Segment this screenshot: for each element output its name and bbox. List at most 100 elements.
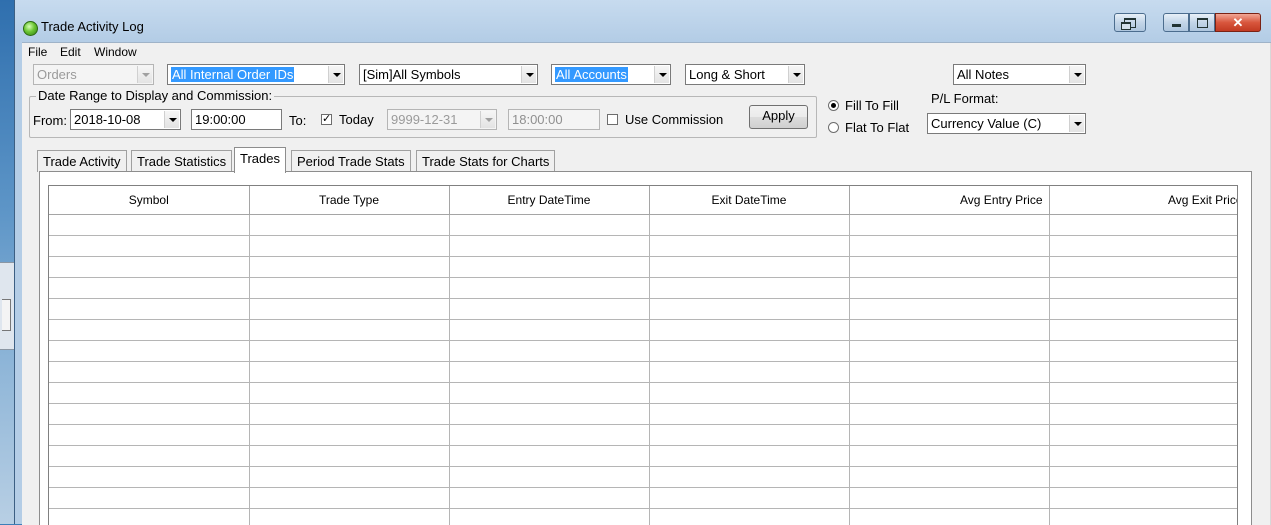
table-cell[interactable] <box>249 214 450 236</box>
table-row[interactable] <box>49 508 1237 525</box>
table-cell[interactable] <box>49 487 250 509</box>
table-cell[interactable] <box>449 340 650 362</box>
table-cell[interactable] <box>849 403 1050 425</box>
app-icon[interactable] <box>23 21 38 36</box>
table-row[interactable] <box>49 277 1237 299</box>
table-cell[interactable] <box>649 340 850 362</box>
column-header-exit-datetime[interactable]: Exit DateTime <box>649 186 850 215</box>
menu-window[interactable]: Window <box>94 45 137 59</box>
table-row[interactable] <box>49 403 1237 425</box>
fill-to-fill-radio[interactable] <box>828 100 839 111</box>
restore-icon[interactable] <box>1114 13 1146 32</box>
table-cell[interactable] <box>849 424 1050 446</box>
table-cell[interactable] <box>1049 298 1237 320</box>
table-cell[interactable] <box>649 361 850 383</box>
table-row[interactable] <box>49 445 1237 467</box>
table-cell[interactable] <box>449 319 650 341</box>
table-cell[interactable] <box>49 361 250 383</box>
table-cell[interactable] <box>649 235 850 257</box>
tab-trade-statistics[interactable]: Trade Statistics <box>131 150 233 172</box>
chevron-down-icon[interactable] <box>328 66 343 83</box>
table-cell[interactable] <box>849 508 1050 525</box>
chevron-down-icon[interactable] <box>1069 66 1084 83</box>
menu-edit[interactable]: Edit <box>60 45 81 59</box>
table-cell[interactable] <box>649 424 850 446</box>
table-cell[interactable] <box>1049 382 1237 404</box>
table-cell[interactable] <box>849 361 1050 383</box>
table-cell[interactable] <box>249 277 450 299</box>
table-cell[interactable] <box>249 508 450 525</box>
table-cell[interactable] <box>1049 487 1237 509</box>
table-cell[interactable] <box>1049 403 1237 425</box>
table-cell[interactable] <box>249 382 450 404</box>
table-cell[interactable] <box>449 487 650 509</box>
table-cell[interactable] <box>49 298 250 320</box>
column-header-avg-entry-price[interactable]: Avg Entry Price <box>849 186 1050 215</box>
tab-trade-activity[interactable]: Trade Activity <box>37 150 127 172</box>
chevron-down-icon[interactable] <box>521 66 536 83</box>
table-cell[interactable] <box>849 466 1050 488</box>
orders-dropdown[interactable]: Orders <box>33 64 154 85</box>
symbols-dropdown[interactable]: [Sim]All Symbols <box>359 64 538 85</box>
column-header-avg-exit-price[interactable]: Avg Exit Price <box>1049 186 1237 215</box>
table-row[interactable] <box>49 487 1237 509</box>
table-cell[interactable] <box>249 298 450 320</box>
table-cell[interactable] <box>449 382 650 404</box>
table-cell[interactable] <box>649 445 850 467</box>
table-row[interactable] <box>49 256 1237 278</box>
table-cell[interactable] <box>449 445 650 467</box>
column-header-symbol[interactable]: Symbol <box>49 186 250 215</box>
table-cell[interactable] <box>449 424 650 446</box>
table-cell[interactable] <box>849 214 1050 236</box>
table-cell[interactable] <box>449 256 650 278</box>
table-row[interactable] <box>49 298 1237 320</box>
menu-file[interactable]: File <box>28 45 47 59</box>
table-cell[interactable] <box>1049 214 1237 236</box>
table-cell[interactable] <box>49 424 250 446</box>
flat-to-flat-radio[interactable] <box>828 122 839 133</box>
chevron-down-icon[interactable] <box>164 111 179 128</box>
table-cell[interactable] <box>1049 445 1237 467</box>
table-cell[interactable] <box>849 340 1050 362</box>
close-icon[interactable]: ✕ <box>1215 13 1261 32</box>
table-cell[interactable] <box>49 319 250 341</box>
table-cell[interactable] <box>1049 466 1237 488</box>
use-commission-checkbox[interactable] <box>607 114 618 125</box>
table-cell[interactable] <box>449 466 650 488</box>
table-cell[interactable] <box>649 214 850 236</box>
table-cell[interactable] <box>849 487 1050 509</box>
table-cell[interactable] <box>249 361 450 383</box>
table-cell[interactable] <box>249 466 450 488</box>
table-cell[interactable] <box>249 424 450 446</box>
table-cell[interactable] <box>649 298 850 320</box>
table-cell[interactable] <box>1049 361 1237 383</box>
table-cell[interactable] <box>49 214 250 236</box>
table-cell[interactable] <box>1049 235 1237 257</box>
table-cell[interactable] <box>49 340 250 362</box>
table-cell[interactable] <box>249 403 450 425</box>
chevron-down-icon[interactable] <box>137 66 152 83</box>
apply-button[interactable]: Apply <box>749 105 808 129</box>
chevron-down-icon[interactable] <box>480 111 495 128</box>
table-cell[interactable] <box>49 382 250 404</box>
title-bar[interactable]: Trade Activity Log ✕ <box>15 0 1271 42</box>
table-cell[interactable] <box>449 235 650 257</box>
maximize-icon[interactable] <box>1189 13 1215 32</box>
table-cell[interactable] <box>1049 256 1237 278</box>
table-cell[interactable] <box>49 256 250 278</box>
table-cell[interactable] <box>449 403 650 425</box>
chevron-down-icon[interactable] <box>1069 115 1084 132</box>
from-time-field[interactable]: 19:00:00 <box>191 109 282 130</box>
table-cell[interactable] <box>49 403 250 425</box>
table-cell[interactable] <box>449 277 650 299</box>
table-cell[interactable] <box>649 487 850 509</box>
table-cell[interactable] <box>249 445 450 467</box>
table-cell[interactable] <box>1049 319 1237 341</box>
table-row[interactable] <box>49 235 1237 257</box>
table-cell[interactable] <box>849 277 1050 299</box>
table-cell[interactable] <box>249 319 450 341</box>
table-cell[interactable] <box>249 487 450 509</box>
trades-grid[interactable]: Symbol Trade Type Entry DateTime Exit Da… <box>48 185 1238 525</box>
table-cell[interactable] <box>849 445 1050 467</box>
table-cell[interactable] <box>1049 424 1237 446</box>
